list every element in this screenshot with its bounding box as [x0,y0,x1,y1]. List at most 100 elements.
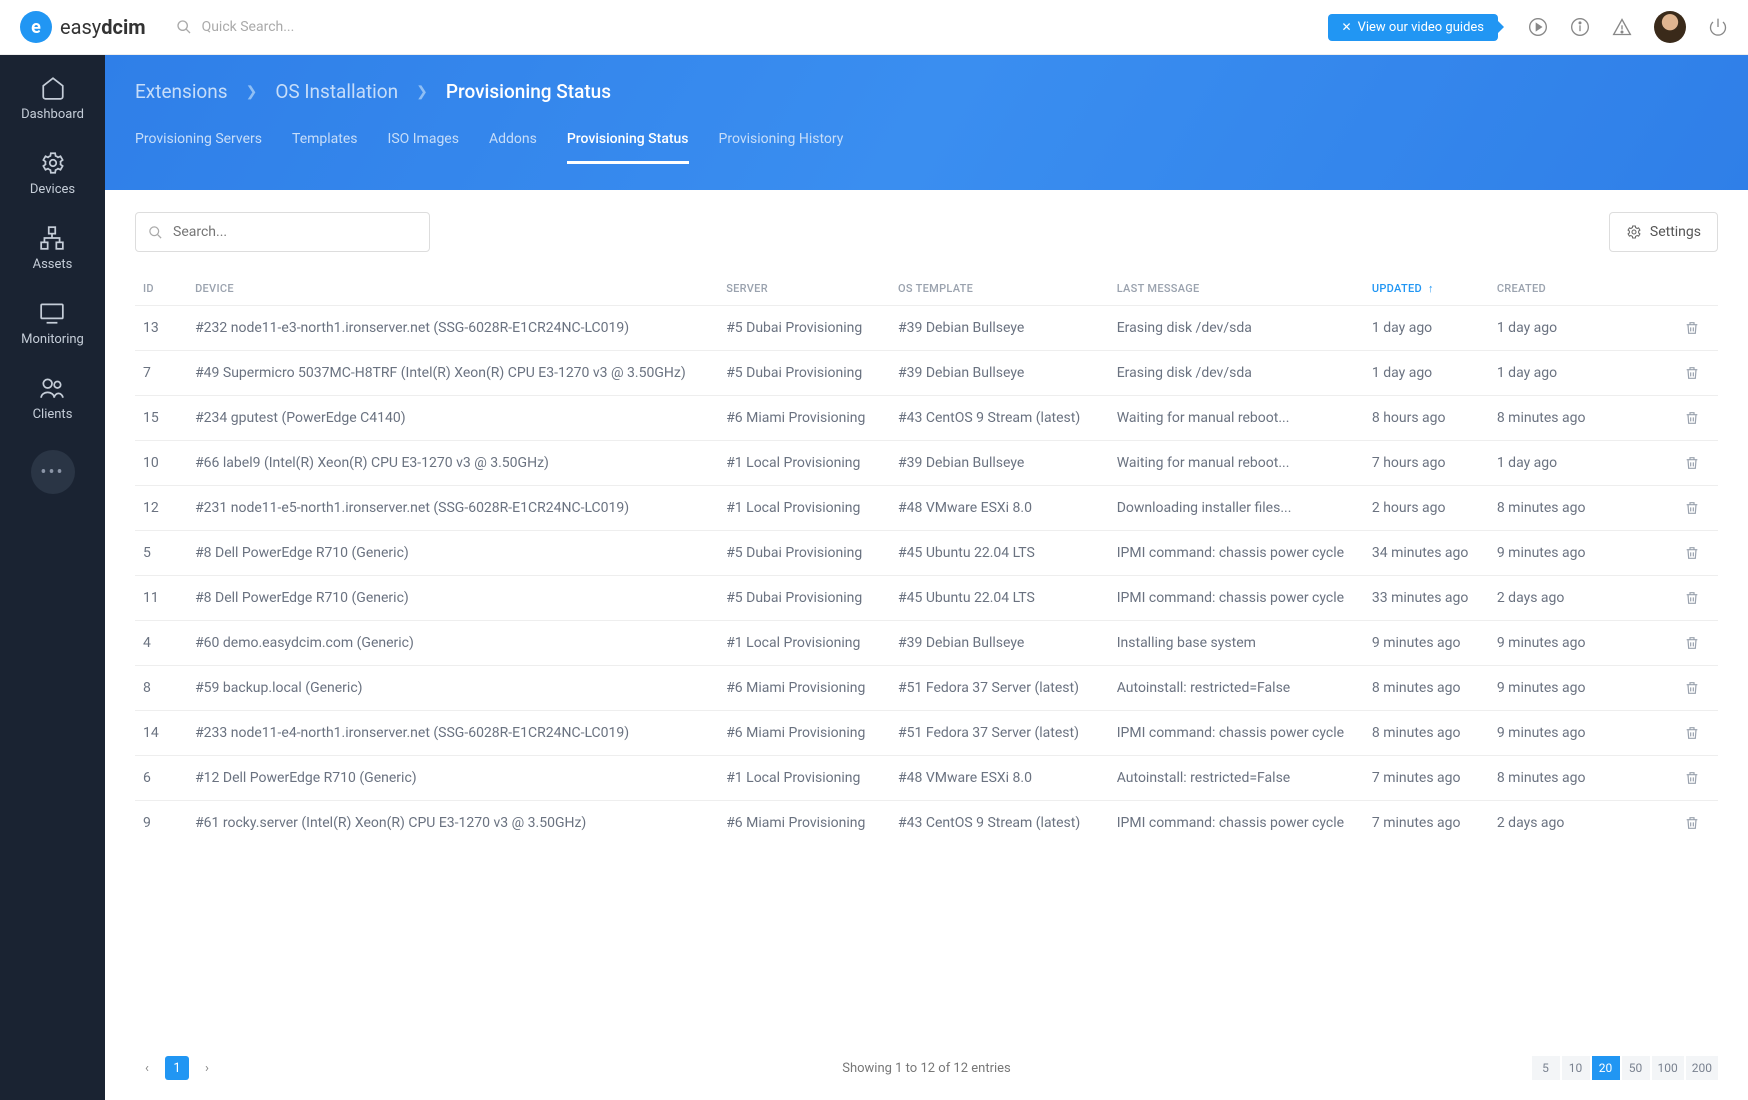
trash-icon[interactable] [1684,500,1710,516]
trash-icon[interactable] [1684,815,1710,831]
col-id[interactable]: ID [135,272,187,306]
page-size-20[interactable]: 20 [1592,1056,1620,1080]
logo-prefix: easy [60,15,101,39]
cell-created: 8 minutes ago [1489,756,1676,801]
sidebar-item-assets[interactable]: Assets [33,225,73,272]
table-row[interactable]: 12#231 node11-e5-north1.ironserver.net (… [135,486,1718,531]
table-row[interactable]: 14#233 node11-e4-north1.ironserver.net (… [135,711,1718,756]
logo[interactable]: e easydcim [20,11,146,43]
users-icon [39,375,65,401]
table-row[interactable]: 10#66 label9 (Intel(R) Xeon(R) CPU E3-12… [135,441,1718,486]
video-guide-banner[interactable]: ✕ View our video guides [1328,14,1498,41]
sidebar-more-button[interactable]: ••• [31,450,75,494]
cell-created: 2 days ago [1489,576,1676,621]
page-size-50[interactable]: 50 [1622,1056,1650,1080]
cell-server: #6 Miami Provisioning [718,396,890,441]
breadcrumb-extensions[interactable]: Extensions [135,80,228,103]
col-created[interactable]: Created [1489,272,1676,306]
trash-icon[interactable] [1684,725,1710,741]
close-icon[interactable]: ✕ [1342,20,1352,34]
sidebar-item-clients[interactable]: Clients [33,375,73,422]
breadcrumb-os-installation[interactable]: OS Installation [275,80,398,103]
trash-icon[interactable] [1684,545,1710,561]
page-size-100[interactable]: 100 [1652,1056,1684,1080]
logo-bold: dcim [101,15,145,39]
tab-provisioning-history[interactable]: Provisioning History [719,131,844,164]
sidebar-item-dashboard[interactable]: Dashboard [21,75,84,122]
trash-icon[interactable] [1684,455,1710,471]
trash-icon[interactable] [1684,320,1710,336]
cell-created: 9 minutes ago [1489,711,1676,756]
trash-icon[interactable] [1684,635,1710,651]
logo-text: easydcim [60,15,146,39]
table-row[interactable]: 4#60 demo.easydcim.com (Generic)#1 Local… [135,621,1718,666]
cell-device: #12 Dell PowerEdge R710 (Generic) [187,756,718,801]
table-row[interactable]: 8#59 backup.local (Generic)#6 Miami Prov… [135,666,1718,711]
page-size-picker: 5102050100200 [1532,1056,1718,1080]
search-input-wrap[interactable] [135,212,430,252]
col-template[interactable]: OS Template [890,272,1109,306]
search-icon [148,225,163,240]
trash-icon[interactable] [1684,590,1710,606]
tab-iso-images[interactable]: ISO Images [388,131,459,164]
cell-device: #231 node11-e5-north1.ironserver.net (SS… [187,486,718,531]
table-row[interactable]: 9#61 rocky.server (Intel(R) Xeon(R) CPU … [135,801,1718,846]
sidebar-item-monitoring[interactable]: Monitoring [21,300,84,347]
play-icon[interactable] [1528,17,1548,37]
home-icon [40,75,66,101]
col-updated[interactable]: Updated ↑ [1364,272,1489,306]
cell-message: IPMI command: chassis power cycle [1109,801,1364,846]
col-server[interactable]: Server [718,272,890,306]
pager-prev[interactable]: ‹ [135,1056,159,1080]
table-row[interactable]: 7#49 Supermicro 5037MC-H8TRF (Intel(R) X… [135,351,1718,396]
trash-icon[interactable] [1684,410,1710,426]
gear-icon [1626,224,1642,240]
table-row[interactable]: 11#8 Dell PowerEdge R710 (Generic)#5 Dub… [135,576,1718,621]
cell-id: 7 [135,351,187,396]
tab-provisioning-status[interactable]: Provisioning Status [567,131,689,164]
avatar[interactable] [1654,11,1686,43]
showing-text: Showing 1 to 12 of 12 entries [842,1061,1011,1076]
page-size-10[interactable]: 10 [1562,1056,1590,1080]
settings-button[interactable]: Settings [1609,212,1718,252]
cell-updated: 33 minutes ago [1364,576,1489,621]
tab-addons[interactable]: Addons [489,131,537,164]
quick-search[interactable]: Quick Search... [176,19,295,35]
cell-device: #61 rocky.server (Intel(R) Xeon(R) CPU E… [187,801,718,846]
col-message[interactable]: Last Message [1109,272,1364,306]
breadcrumb: Extensions ❯ OS Installation ❯ Provision… [135,80,1718,103]
trash-icon[interactable] [1684,770,1710,786]
trash-icon[interactable] [1684,680,1710,696]
cell-updated: 7 minutes ago [1364,801,1489,846]
search-input[interactable] [173,224,417,240]
cell-updated: 2 hours ago [1364,486,1489,531]
cell-updated: 1 day ago [1364,351,1489,396]
table-row[interactable]: 13#232 node11-e3-north1.ironserver.net (… [135,306,1718,351]
table-row[interactable]: 15#234 gputest (PowerEdge C4140)#6 Miami… [135,396,1718,441]
alert-icon[interactable] [1612,17,1632,37]
trash-icon[interactable] [1684,365,1710,381]
table-header-row: ID Device Server OS Template Last Messag… [135,272,1718,306]
tab-templates[interactable]: Templates [292,131,358,164]
cell-message: Autoinstall: restricted=False [1109,756,1364,801]
cell-message: Installing base system [1109,621,1364,666]
table-row[interactable]: 5#8 Dell PowerEdge R710 (Generic)#5 Duba… [135,531,1718,576]
info-icon[interactable] [1570,17,1590,37]
network-icon [39,225,65,251]
tab-provisioning-servers[interactable]: Provisioning Servers [135,131,262,164]
sidebar-item-label: Devices [30,182,75,197]
col-device[interactable]: Device [187,272,718,306]
pager-next[interactable]: › [195,1056,219,1080]
cell-server: #5 Dubai Provisioning [718,531,890,576]
cell-message: Autoinstall: restricted=False [1109,666,1364,711]
cell-id: 5 [135,531,187,576]
cell-created: 9 minutes ago [1489,666,1676,711]
pager-page[interactable]: 1 [165,1056,189,1080]
cell-server: #1 Local Provisioning [718,756,890,801]
page-size-5[interactable]: 5 [1532,1056,1560,1080]
table-row[interactable]: 6#12 Dell PowerEdge R710 (Generic)#1 Loc… [135,756,1718,801]
sidebar-item-devices[interactable]: Devices [30,150,75,197]
cell-template: #48 VMware ESXi 8.0 [890,756,1109,801]
power-icon[interactable] [1708,17,1728,37]
page-size-200[interactable]: 200 [1686,1056,1718,1080]
